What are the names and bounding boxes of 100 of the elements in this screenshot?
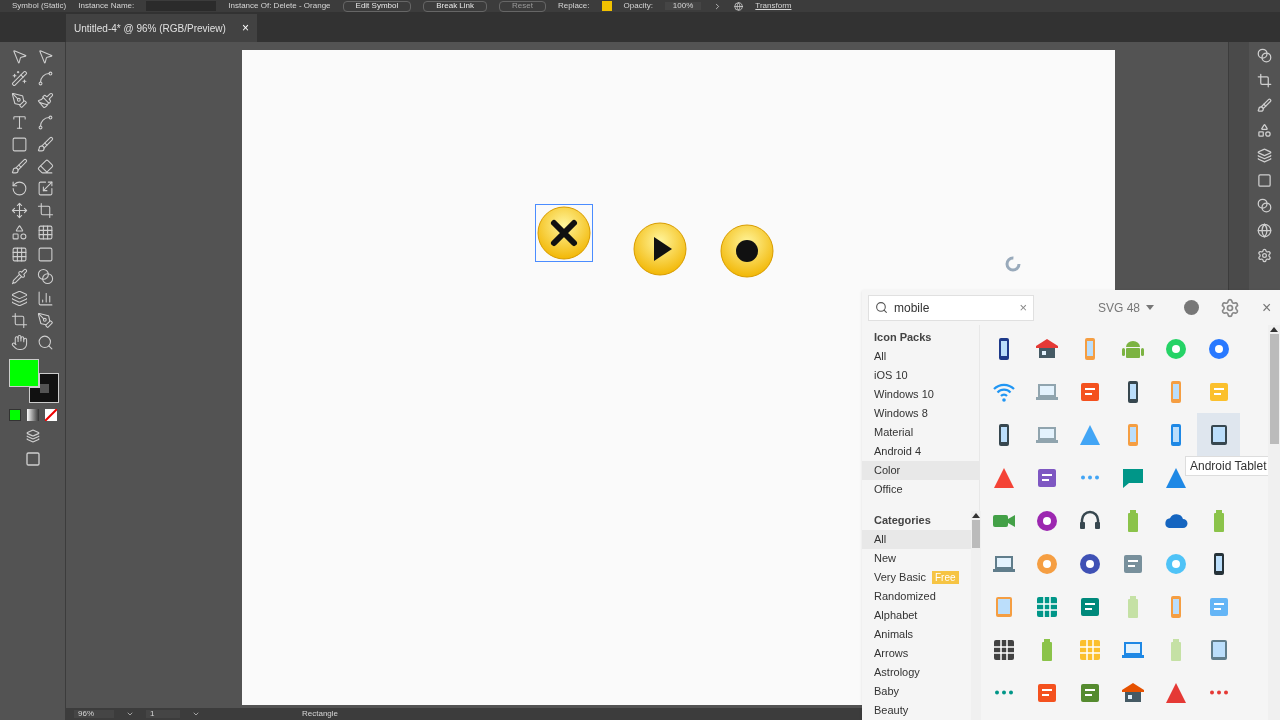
category-label: Alphabet	[874, 608, 918, 623]
fill-swatch[interactable]	[8, 359, 39, 387]
direct-selection-icon[interactable]	[37, 48, 54, 65]
panel-icon[interactable]	[1257, 223, 1272, 238]
paintbrush-icon[interactable]	[11, 158, 28, 175]
close-button[interactable]: ×	[1262, 295, 1272, 320]
category-label: Very Basic	[874, 570, 926, 585]
instance-of-label: Instance Of: Delete - Orange	[228, 2, 331, 10]
format-dropdown[interactable]: SVG 48	[1098, 298, 1155, 317]
pack-item[interactable]: Material	[862, 423, 979, 442]
pack-item[interactable]: All	[862, 347, 979, 366]
category-item[interactable]: Animals	[862, 625, 971, 644]
section-heading: Icon Packs	[873, 330, 933, 345]
scroll-up-icon[interactable]	[971, 513, 980, 518]
eyedropper-icon[interactable]	[11, 268, 28, 285]
artboard-number-field[interactable]: 1	[146, 710, 180, 718]
zoom-icon[interactable]	[37, 334, 54, 351]
settings-icon[interactable]	[1220, 297, 1241, 318]
pack-item[interactable]: Office	[862, 480, 979, 499]
panel-icon[interactable]	[1257, 198, 1272, 213]
zoom-field[interactable]: 96%	[74, 710, 114, 718]
pack-item[interactable]: Windows 8	[862, 404, 979, 423]
caret-icon[interactable]	[192, 710, 200, 718]
panel-icon[interactable]	[1257, 73, 1272, 88]
none-mode-icon[interactable]	[44, 409, 57, 421]
rectangle-icon[interactable]	[11, 136, 28, 153]
opacity-field[interactable]: 100%	[664, 2, 702, 10]
type-icon[interactable]	[11, 114, 28, 131]
current-tool-label: Rectangle	[302, 710, 339, 718]
document-title: Untitled-4* @ 96% (RGB/Preview)	[74, 21, 226, 36]
category-item[interactable]: Astrology	[862, 663, 971, 682]
dots-icon	[1079, 475, 1100, 480]
pen-icon[interactable]	[11, 92, 28, 109]
loading-spinner-icon	[1004, 255, 1022, 273]
selection-icon[interactable]	[11, 48, 28, 65]
category-item[interactable]: Beauty	[862, 701, 971, 720]
toolbar-button[interactable]: Edit Symbol	[342, 0, 412, 12]
graph-icon[interactable]	[37, 290, 54, 307]
category-item[interactable]: New	[862, 549, 971, 568]
dots-icon	[1208, 690, 1229, 695]
pack-item[interactable]: Android 4	[862, 442, 979, 461]
icon-tile[interactable]	[1197, 413, 1240, 456]
category-label: Astrology	[874, 665, 920, 680]
symbol-swatch[interactable]	[601, 1, 612, 11]
pack-item[interactable]: Color	[862, 461, 979, 480]
search-field[interactable]: mobile ×	[868, 294, 1034, 321]
category-item[interactable]: Baby	[862, 682, 971, 701]
category-label: Arrows	[874, 646, 909, 661]
close-symbol-icon[interactable]	[537, 206, 591, 260]
scrollbar[interactable]	[970, 511, 981, 720]
caret-icon	[1146, 305, 1155, 310]
category-label: New	[874, 551, 896, 566]
category-label: Randomized	[874, 589, 936, 604]
magic-wand-icon[interactable]	[11, 70, 28, 87]
color-mode-swatch[interactable]	[8, 409, 21, 421]
document-tab[interactable]: Untitled-4* @ 96% (RGB/Preview) ×	[66, 14, 257, 42]
dots-icon	[993, 690, 1014, 695]
scrollbar-thumb[interactable]	[971, 520, 980, 548]
record-symbol-icon[interactable]	[720, 224, 774, 278]
category-label: All	[874, 532, 887, 547]
category-label: Animals	[874, 627, 914, 642]
scroll-up-icon[interactable]	[1270, 327, 1278, 332]
free-badge: Free	[931, 571, 959, 584]
panel-icon[interactable]	[1257, 98, 1272, 113]
toolbar-button[interactable]: Break Link	[423, 0, 488, 12]
scale-icon[interactable]	[37, 180, 54, 197]
category-item[interactable]: Very Basic Free	[862, 568, 971, 587]
mesh-icon[interactable]	[11, 246, 28, 263]
category-item[interactable]: Randomized	[862, 587, 971, 606]
category-item[interactable]: All	[862, 530, 971, 549]
panel-icon[interactable]	[1257, 48, 1272, 63]
category-item[interactable]: Arrows	[862, 644, 971, 663]
eraser-icon[interactable]	[37, 158, 54, 175]
category-label: Baby	[874, 684, 900, 699]
blend-icon[interactable]	[37, 268, 54, 285]
shape-builder-icon[interactable]	[11, 224, 28, 241]
caret-icon[interactable]	[126, 710, 134, 718]
search-value: mobile	[894, 299, 931, 317]
pack-item[interactable]: Windows 10	[862, 385, 979, 404]
tab-close-button[interactable]: ×	[241, 19, 249, 37]
panel-icon[interactable]	[1257, 148, 1272, 163]
replace-label: Replace:	[557, 2, 590, 10]
panel-icon[interactable]	[1257, 173, 1272, 188]
transform-link[interactable]: Transform	[755, 2, 792, 10]
section-heading: Categories	[873, 513, 932, 528]
play-symbol-icon[interactable]	[633, 222, 687, 276]
panel-icon[interactable]	[1257, 248, 1272, 263]
scrollbar-thumb[interactable]	[1269, 334, 1279, 444]
gradient-mode-swatch[interactable]	[26, 409, 39, 421]
hand-icon[interactable]	[11, 334, 28, 351]
pack-item[interactable]: iOS 10	[862, 366, 979, 385]
opacity-label: Opacity:	[623, 2, 653, 10]
clear-button[interactable]: ×	[1019, 297, 1027, 318]
scrollbar[interactable]	[1268, 325, 1280, 720]
panel-icon[interactable]	[1257, 123, 1272, 138]
instance-name-label: Instance Name:	[78, 2, 135, 10]
globe-icon[interactable]	[734, 1, 744, 11]
category-item[interactable]: Alphabet	[862, 606, 971, 625]
rotate-icon[interactable]	[11, 180, 28, 197]
object-type-label: Symbol (Static)	[12, 2, 67, 10]
